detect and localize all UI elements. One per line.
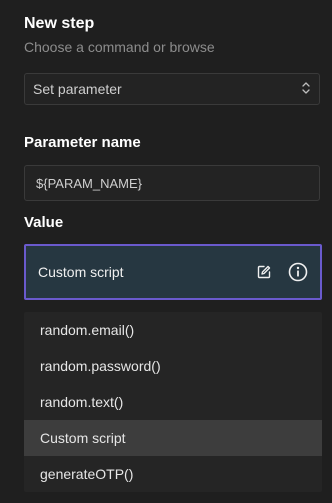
info-icon[interactable] — [288, 262, 308, 282]
command-select-value: Set parameter — [33, 81, 122, 97]
new-step-title: New step — [24, 15, 95, 32]
value-field-text: Custom script — [38, 264, 124, 280]
option-label: random.text() — [40, 394, 124, 410]
command-select[interactable]: Set parameter — [24, 73, 320, 105]
option-label: Custom script — [40, 430, 126, 446]
value-label: Value — [24, 214, 64, 231]
option-label: generateOTP() — [40, 466, 134, 482]
parameter-name-value: ${PARAM_NAME} — [36, 175, 142, 191]
value-field[interactable]: Custom script — [24, 244, 322, 300]
dropdown-option[interactable]: random.email() — [24, 312, 322, 348]
dropdown-option[interactable]: random.text() — [24, 384, 322, 420]
dropdown-option[interactable]: Custom script — [24, 420, 322, 456]
option-label: random.email() — [40, 322, 135, 338]
dropdown-option[interactable]: generateOTP() — [24, 456, 322, 492]
dropdown-option[interactable]: random.password() — [24, 348, 322, 384]
option-label: random.password() — [40, 358, 161, 374]
parameter-name-label: Parameter name — [24, 134, 141, 151]
edit-icon[interactable] — [256, 264, 272, 280]
new-step-subtitle: Choose a command or browse — [24, 39, 215, 55]
parameter-name-input[interactable]: ${PARAM_NAME} — [24, 165, 320, 201]
chevron-up-down-icon — [301, 81, 311, 98]
value-options-dropdown: random.email() random.password() random.… — [24, 312, 322, 492]
